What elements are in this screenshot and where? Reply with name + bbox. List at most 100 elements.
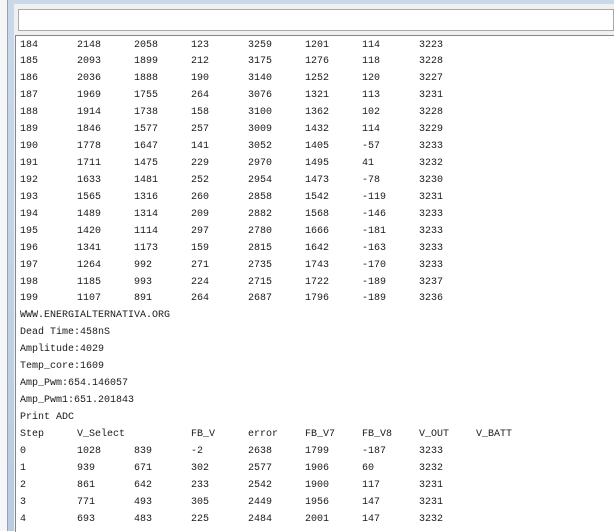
cell: 113 <box>362 90 381 102</box>
cell: 1738 <box>134 107 159 119</box>
cell: 123 <box>191 39 210 51</box>
cell: 2093 <box>77 56 102 68</box>
cell: 2815 <box>248 242 273 254</box>
cell: 302 <box>191 462 210 474</box>
cell: error <box>248 428 279 440</box>
cell: 839 <box>134 445 153 457</box>
cell: 260 <box>191 191 210 203</box>
info-line: Amplitude:4029 <box>20 344 105 356</box>
cell: 1722 <box>305 276 330 288</box>
cell: 1321 <box>305 90 330 102</box>
cell: 2735 <box>248 259 273 271</box>
cell: 1362 <box>305 107 330 119</box>
cell: 2882 <box>248 208 273 220</box>
cell: 1577 <box>134 124 159 136</box>
cell: V_BATT <box>476 428 513 440</box>
cell: 1899 <box>134 56 159 68</box>
cell: 1341 <box>77 242 102 254</box>
cell: 3231 <box>419 479 444 491</box>
cell: 1900 <box>305 479 330 491</box>
cell: 3233 <box>419 242 444 254</box>
cell: 192 <box>20 174 39 186</box>
info-line: Amp_Pwm1:651.201843 <box>20 395 135 407</box>
cell: 1906 <box>305 462 330 474</box>
cell: 197 <box>20 259 39 271</box>
cell: 1475 <box>134 158 159 169</box>
cell: 120 <box>362 73 381 85</box>
cell: 158 <box>191 107 210 119</box>
cell: V_OUT <box>419 428 450 440</box>
cell: 114 <box>362 39 381 51</box>
cell: 993 <box>134 276 153 288</box>
cell: 1969 <box>77 90 102 102</box>
cell: 297 <box>191 225 210 237</box>
cell: 159 <box>191 242 210 254</box>
cell: 1956 <box>305 496 330 508</box>
cell: 3140 <box>248 73 273 85</box>
cell: 1796 <box>305 293 330 305</box>
info-line: WWW.ENERGIALTERNATIVA.ORG <box>20 310 171 322</box>
cell: 3231 <box>419 90 444 102</box>
cell: 483 <box>134 513 153 525</box>
cell: 1642 <box>305 242 330 254</box>
cell: 195 <box>20 225 39 237</box>
cell: 861 <box>77 479 96 491</box>
cell: 3237 <box>419 276 444 288</box>
cell: 1314 <box>134 208 159 220</box>
cell: 1914 <box>77 107 102 119</box>
cell: 2058 <box>134 39 159 51</box>
cell: 1185 <box>77 276 102 288</box>
cell: 190 <box>191 73 210 85</box>
serial-output[interactable]: 184 2148 2058 123 3259 1201 114 3223 185 2093 1899… <box>15 35 614 532</box>
cell: 189 <box>20 124 39 136</box>
cell: 184 <box>20 39 39 51</box>
cell: 2687 <box>248 293 273 305</box>
info-line: Print ADC <box>20 411 75 423</box>
cell: 252 <box>191 174 210 186</box>
cell: 2148 <box>77 39 102 51</box>
cell: 1799 <box>305 445 330 457</box>
cell: 233 <box>191 479 210 491</box>
cell: 3233 <box>419 259 444 271</box>
cell: 3233 <box>419 141 444 153</box>
window-edge <box>0 0 8 531</box>
cell: 209 <box>191 208 210 220</box>
cell: 3076 <box>248 90 273 102</box>
cell: 224 <box>191 276 210 288</box>
cell: 117 <box>362 479 381 491</box>
cell: 3228 <box>419 107 444 119</box>
cell: 3229 <box>419 124 444 136</box>
cell: 229 <box>191 158 210 169</box>
cell: 257 <box>191 124 210 136</box>
cell: 1473 <box>305 174 330 186</box>
cell: 196 <box>20 242 39 254</box>
cell: -119 <box>362 191 387 203</box>
cell: 992 <box>134 259 153 271</box>
cell: 271 <box>191 259 210 271</box>
cell: 4 <box>20 513 27 525</box>
cell: 3232 <box>419 158 444 169</box>
cell: 2954 <box>248 174 273 186</box>
cell: 199 <box>20 293 39 305</box>
cell: 1647 <box>134 141 159 153</box>
cell: 1633 <box>77 174 102 186</box>
cell: 642 <box>134 479 153 491</box>
cell: 198 <box>20 276 39 288</box>
cell: 1711 <box>77 158 102 169</box>
cell: -189 <box>362 276 387 288</box>
cell: 191 <box>20 158 39 169</box>
cell: 3232 <box>419 513 444 525</box>
cell: 1201 <box>305 39 330 51</box>
cell: -2 <box>191 445 204 457</box>
cell: 671 <box>134 462 153 474</box>
cell: -189 <box>362 293 387 305</box>
cell: 1107 <box>77 293 102 305</box>
cell: 3231 <box>419 496 444 508</box>
cell: 3233 <box>419 208 444 220</box>
cell: 264 <box>191 293 210 305</box>
cell: 1565 <box>77 191 102 203</box>
cell: 102 <box>362 107 381 119</box>
cell: 3236 <box>419 293 444 305</box>
send-input[interactable] <box>18 9 614 31</box>
info-line: Temp_core:1609 <box>20 361 105 373</box>
